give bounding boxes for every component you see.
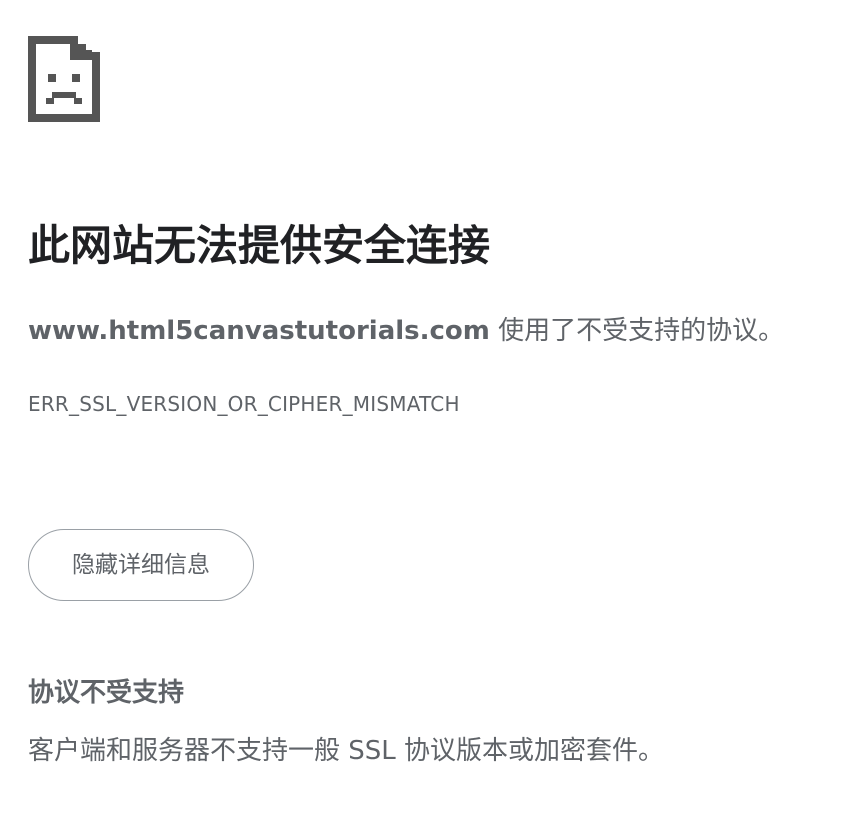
broken-page-sad-face-icon bbox=[28, 36, 100, 122]
page-title: 此网站无法提供安全连接 bbox=[28, 221, 491, 270]
error-message: www.html5canvastutorials.com 使用了不受支持的协议。 bbox=[28, 311, 784, 351]
error-code: ERR_SSL_VERSION_OR_CIPHER_MISMATCH bbox=[28, 392, 460, 416]
site-host: www.html5canvastutorials.com bbox=[28, 316, 490, 346]
error-message-suffix: 使用了不受支持的协议。 bbox=[489, 316, 785, 346]
hide-details-button[interactable]: 隐藏详细信息 bbox=[28, 529, 254, 601]
details-description: 客户端和服务器不支持一般 SSL 协议版本或加密套件。 bbox=[28, 736, 665, 766]
details-heading: 协议不受支持 bbox=[28, 678, 185, 708]
error-page: 此网站无法提供安全连接 www.html5canvastutorials.com… bbox=[0, 0, 862, 832]
